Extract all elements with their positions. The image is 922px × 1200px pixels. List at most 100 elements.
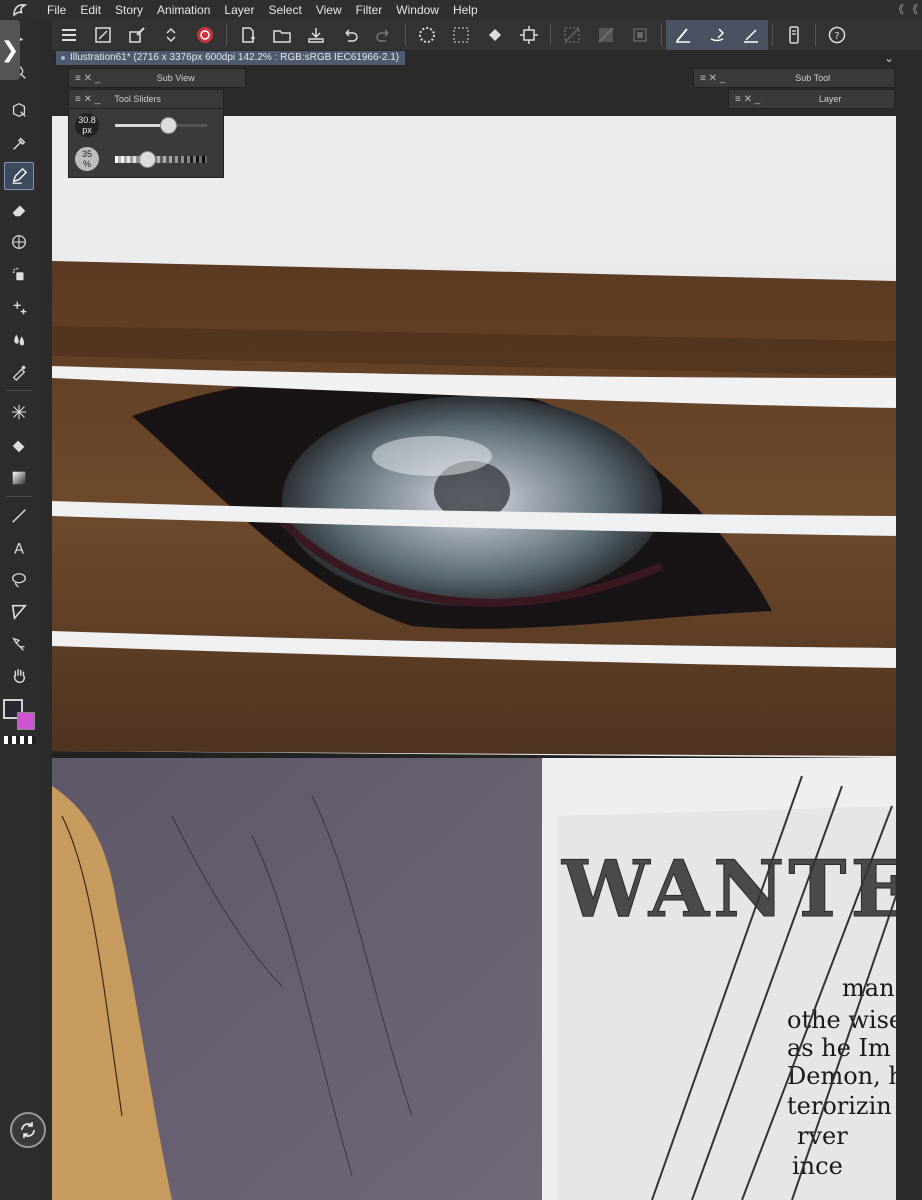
brush-size-value: 30.8 (78, 115, 96, 125)
loading-spinner-icon[interactable] (410, 20, 444, 50)
chevron-down-icon[interactable]: ⌄ (884, 50, 894, 66)
palette-controls[interactable]: ≡ ✕ _ (729, 94, 766, 105)
palette-controls[interactable]: ≡ ✕ _ (69, 94, 106, 105)
link-icon[interactable] (4, 630, 34, 658)
opacity-knob[interactable] (139, 151, 157, 168)
airbrush-icon[interactable] (4, 260, 34, 288)
app-logo-icon[interactable] (0, 0, 40, 20)
brush-size-slider-row[interactable]: 30.8 px (75, 111, 221, 139)
divider (550, 24, 551, 46)
auto-select-icon[interactable] (4, 398, 34, 426)
3d-icon[interactable] (4, 96, 34, 124)
save-icon[interactable] (299, 20, 333, 50)
decoration-icon[interactable] (4, 294, 34, 322)
opacity-slider-row[interactable]: 35 % (75, 145, 221, 173)
blend-icon[interactable] (4, 326, 34, 354)
eyedropper-icon[interactable] (4, 130, 34, 158)
clip-studio-icon[interactable] (188, 20, 222, 50)
document-tab[interactable]: Illustration61* (2716 x 3376px 600dpi 14… (56, 51, 406, 65)
stabilization-line-icon[interactable] (734, 20, 768, 50)
menu-edit[interactable]: Edit (73, 0, 108, 20)
tool-sliders-palette-header[interactable]: ≡ ✕ _ Tool Sliders (68, 89, 224, 109)
collapse-panels-icon[interactable]: 《 《 (893, 0, 918, 20)
deselect-icon[interactable] (555, 20, 589, 50)
3d-globe-icon[interactable] (4, 228, 34, 256)
divider (405, 24, 406, 46)
menu-story[interactable]: Story (108, 0, 150, 20)
tool-sliders-panel: 30.8 px 35 % (68, 108, 224, 178)
sub-tool-palette-header[interactable]: ≡ ✕ _ Sub Tool (693, 68, 895, 88)
eraser-icon[interactable] (4, 196, 34, 224)
fill-bucket-icon[interactable] (478, 20, 512, 50)
brush-size-unit: px (82, 125, 92, 135)
svg-text:othe wise: othe wise (787, 1006, 896, 1034)
line-icon[interactable] (4, 502, 34, 530)
brush-size-knob[interactable] (160, 117, 178, 134)
artwork-canvas[interactable]: WANTE man othe wise as he Im Demon, h te… (52, 116, 896, 1200)
sub-color-swatch[interactable] (17, 712, 35, 730)
text-icon[interactable]: A (4, 534, 34, 562)
quick-access-rotate-icon[interactable] (10, 1112, 46, 1148)
svg-text:A: A (14, 541, 24, 557)
svg-text:terorizin: terorizin (787, 1092, 892, 1120)
expand-selection-icon[interactable] (623, 20, 657, 50)
frame-icon[interactable] (4, 598, 34, 626)
opacity-track[interactable] (115, 151, 207, 168)
pen-icon[interactable] (4, 162, 34, 190)
expand-toolbar-chevron-icon[interactable]: ❯ (0, 20, 20, 80)
divider (226, 24, 227, 46)
undo-icon[interactable] (333, 20, 367, 50)
gradient-icon[interactable] (4, 464, 34, 492)
smart-edit-icon[interactable] (120, 20, 154, 50)
menu-animation[interactable]: Animation (150, 0, 217, 20)
divider (661, 24, 662, 46)
layer-palette-header[interactable]: ≡ ✕ _ Layer (728, 89, 895, 109)
fit-canvas-icon[interactable] (86, 20, 120, 50)
palette-controls[interactable]: ≡ ✕ _ (69, 73, 106, 84)
menu-help[interactable]: Help (446, 0, 485, 20)
menu-layer[interactable]: Layer (217, 0, 261, 20)
sub-tool-title: Sub Tool (795, 73, 831, 83)
fill-icon[interactable] (4, 432, 34, 460)
menu-view[interactable]: View (309, 0, 349, 20)
divider (815, 24, 816, 46)
document-tab-strip: Illustration61* (2716 x 3376px 600dpi 14… (52, 50, 922, 66)
sub-view-palette-header[interactable]: ≡ ✕ _ Sub View (68, 68, 246, 88)
redo-icon[interactable] (367, 20, 401, 50)
opacity-badge: 35 % (75, 147, 99, 171)
menu-select[interactable]: Select (261, 0, 308, 20)
tool-sliders-title: Tool Sliders (114, 94, 161, 104)
correct-line-icon[interactable] (4, 358, 34, 386)
brush-size-track[interactable] (115, 117, 207, 134)
open-file-icon[interactable] (265, 20, 299, 50)
menu-filter[interactable]: Filter (349, 0, 390, 20)
hamburger-menu-icon[interactable] (52, 20, 86, 50)
invert-selection-icon[interactable] (589, 20, 623, 50)
palette-controls[interactable]: ≡ ✕ _ (694, 73, 731, 84)
stabilization-brush-icon[interactable] (700, 20, 734, 50)
lasso-icon[interactable] (4, 566, 34, 594)
canvas-area[interactable]: WANTE man othe wise as he Im Demon, h te… (38, 66, 922, 1200)
select-grid-icon[interactable] (444, 20, 478, 50)
brush-size-badge: 30.8 px (75, 113, 99, 137)
sub-view-title: Sub View (156, 73, 195, 83)
reorder-icon[interactable] (154, 20, 188, 50)
tool-palette: A (0, 20, 38, 1200)
menu-bar: File Edit Story Animation Layer Select V… (0, 0, 922, 20)
svg-text:?: ? (834, 31, 839, 42)
divider (772, 24, 773, 46)
help-icon[interactable]: ? (820, 20, 854, 50)
transform-icon[interactable] (512, 20, 546, 50)
wanted-poster-text: WANTE (561, 844, 897, 936)
menu-window[interactable]: Window (389, 0, 446, 20)
poster-title: WANTE (561, 844, 896, 935)
transparent-color-swatch[interactable] (4, 736, 36, 744)
companion-mode-icon[interactable] (777, 20, 811, 50)
hand-icon[interactable] (4, 662, 34, 690)
command-bar: ? (52, 20, 922, 50)
stabilization-pen-icon[interactable] (666, 20, 700, 50)
new-file-icon[interactable] (231, 20, 265, 50)
menu-file[interactable]: File (40, 0, 73, 20)
svg-text:rver: rver (797, 1122, 848, 1150)
divider (6, 496, 32, 497)
